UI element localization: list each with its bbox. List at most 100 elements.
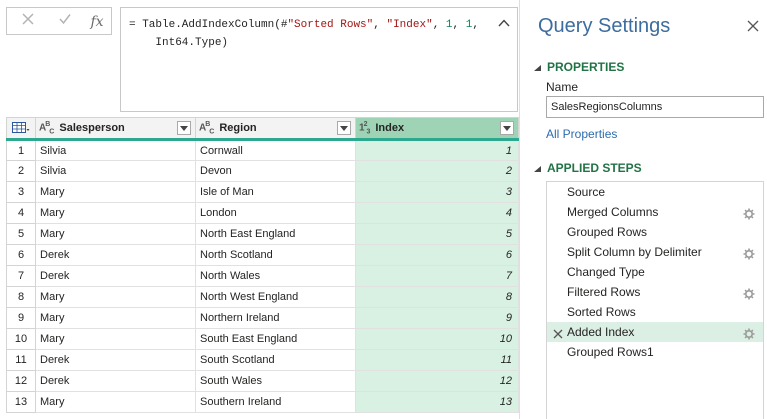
row-number[interactable]: 11 (6, 349, 36, 371)
header-row: ABC Salesperson ABC Region 123 Index (6, 117, 519, 141)
table-menu-button[interactable] (6, 117, 36, 141)
step-label: Grouped Rows1 (567, 345, 654, 359)
applied-step[interactable]: Grouped Rows1 (547, 342, 763, 362)
salesperson-cell[interactable]: Mary (35, 286, 196, 308)
step-label: Sorted Rows (567, 305, 636, 319)
table-row: 11 Derek South Scotland 11 (6, 349, 519, 371)
applied-step[interactable]: Added Index (547, 322, 763, 342)
region-cell[interactable]: London (195, 202, 356, 224)
index-cell[interactable]: 12 (355, 370, 519, 392)
salesperson-cell[interactable]: Derek (35, 265, 196, 287)
row-number[interactable]: 12 (6, 370, 36, 392)
delete-step-icon[interactable] (552, 326, 564, 339)
index-cell[interactable]: 8 (355, 286, 519, 308)
close-icon[interactable] (746, 19, 762, 35)
region-cell[interactable]: Devon (195, 160, 356, 182)
salesperson-cell[interactable]: Silvia (35, 160, 196, 182)
row-number[interactable]: 7 (6, 265, 36, 287)
applied-step[interactable]: Sorted Rows (547, 302, 763, 322)
row-number[interactable]: 9 (6, 307, 36, 329)
gear-icon[interactable] (743, 246, 755, 260)
applied-step[interactable]: Merged Columns (547, 202, 763, 222)
row-number[interactable]: 6 (6, 244, 36, 266)
row-number[interactable]: 5 (6, 223, 36, 245)
gear-icon[interactable] (743, 206, 755, 220)
table-row: 7 Derek North Wales 7 (6, 265, 519, 287)
pane-divider[interactable] (519, 0, 520, 419)
salesperson-cell[interactable]: Derek (35, 370, 196, 392)
text-type-icon[interactable]: ABC (199, 121, 214, 135)
index-cell[interactable]: 11 (355, 349, 519, 371)
row-number[interactable]: 8 (6, 286, 36, 308)
salesperson-cell[interactable]: Mary (35, 223, 196, 245)
salesperson-cell[interactable]: Mary (35, 391, 196, 413)
applied-step[interactable]: Source (547, 182, 763, 202)
row-number[interactable]: 13 (6, 391, 36, 413)
index-cell[interactable]: 1 (355, 139, 519, 161)
query-name-field[interactable] (546, 96, 764, 118)
index-cell[interactable]: 3 (355, 181, 519, 203)
row-number[interactable]: 3 (6, 181, 36, 203)
region-cell[interactable]: Isle of Man (195, 181, 356, 203)
cancel-icon[interactable] (16, 11, 40, 33)
index-cell[interactable]: 10 (355, 328, 519, 350)
filter-dropdown-button[interactable] (337, 121, 351, 135)
salesperson-cell[interactable]: Mary (35, 181, 196, 203)
applied-step[interactable]: Grouped Rows (547, 222, 763, 242)
salesperson-cell[interactable]: Mary (35, 202, 196, 224)
gear-icon[interactable] (743, 326, 755, 340)
properties-section-header[interactable]: PROPERTIES (534, 60, 624, 74)
fx-button[interactable]: fx (85, 11, 109, 33)
collapse-chevron-icon[interactable] (497, 16, 511, 30)
column-label: Region (219, 122, 257, 134)
region-cell[interactable]: North Wales (195, 265, 356, 287)
row-number[interactable]: 4 (6, 202, 36, 224)
collapse-triangle-icon[interactable] (534, 161, 541, 175)
region-cell[interactable]: North Scotland (195, 244, 356, 266)
region-cell[interactable]: North East England (195, 223, 356, 245)
region-cell[interactable]: North West England (195, 286, 356, 308)
index-cell[interactable]: 5 (355, 223, 519, 245)
salesperson-cell[interactable]: Mary (35, 307, 196, 329)
column-header-index[interactable]: 123 Index (355, 117, 519, 141)
formula-buttons: fx (6, 7, 112, 35)
column-header-salesperson[interactable]: ABC Salesperson (35, 117, 196, 141)
gear-icon[interactable] (743, 286, 755, 300)
applied-step[interactable]: Changed Type (547, 262, 763, 282)
index-cell[interactable]: 13 (355, 391, 519, 413)
text-type-icon[interactable]: ABC (39, 121, 54, 135)
region-cell[interactable]: South East England (195, 328, 356, 350)
index-cell[interactable]: 9 (355, 307, 519, 329)
salesperson-cell[interactable]: Derek (35, 244, 196, 266)
filter-dropdown-button[interactable] (177, 121, 191, 135)
index-cell[interactable]: 4 (355, 202, 519, 224)
applied-step[interactable]: Split Column by Delimiter (547, 242, 763, 262)
applied-step[interactable]: Filtered Rows (547, 282, 763, 302)
formula-text: , (452, 19, 466, 31)
region-cell[interactable]: South Scotland (195, 349, 356, 371)
formula-text: , (432, 19, 446, 31)
salesperson-cell[interactable]: Silvia (35, 139, 196, 161)
row-number[interactable]: 10 (6, 328, 36, 350)
index-cell[interactable]: 6 (355, 244, 519, 266)
collapse-triangle-icon[interactable] (534, 60, 541, 74)
index-cell[interactable]: 2 (355, 160, 519, 182)
region-cell[interactable]: South Wales (195, 370, 356, 392)
salesperson-cell[interactable]: Derek (35, 349, 196, 371)
data-grid: ABC Salesperson ABC Region 123 Index 1 S… (6, 117, 519, 413)
region-cell[interactable]: Northern Ireland (195, 307, 356, 329)
row-number[interactable]: 1 (6, 139, 36, 161)
number-type-icon[interactable]: 123 (359, 121, 370, 135)
column-header-region[interactable]: ABC Region (195, 117, 356, 141)
region-cell[interactable]: Southern Ireland (195, 391, 356, 413)
index-cell[interactable]: 7 (355, 265, 519, 287)
row-number[interactable]: 2 (6, 160, 36, 182)
all-properties-link[interactable]: All Properties (546, 127, 617, 141)
check-icon[interactable] (53, 11, 77, 33)
filter-dropdown-button[interactable] (500, 121, 514, 135)
applied-steps-section-header[interactable]: APPLIED STEPS (534, 161, 642, 175)
formula-editor[interactable]: = Table.AddIndexColumn(#"Sorted Rows", "… (120, 7, 518, 112)
region-cell[interactable]: Cornwall (195, 139, 356, 161)
salesperson-cell[interactable]: Mary (35, 328, 196, 350)
step-label: Changed Type (567, 265, 645, 279)
